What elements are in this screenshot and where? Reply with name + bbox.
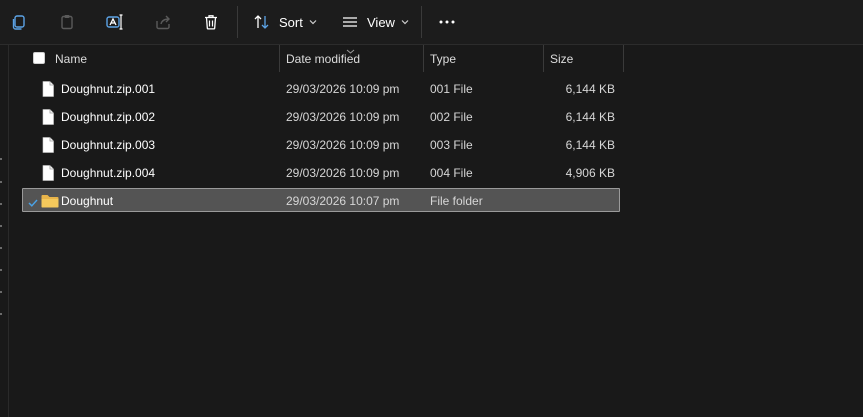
- file-type: 003 File: [430, 138, 473, 152]
- file-size: [542, 189, 615, 213]
- paste-button[interactable]: [52, 6, 82, 38]
- delete-button[interactable]: [196, 6, 226, 38]
- sort-label: Sort: [279, 14, 303, 30]
- chevron-down-icon: [401, 19, 409, 25]
- column-separator[interactable]: [623, 45, 624, 72]
- list-item[interactable]: Doughnut.zip.004 29/03/2026 10:09 pm 004…: [22, 161, 620, 185]
- folder-icon: [41, 194, 59, 211]
- select-all-checkbox[interactable]: [33, 52, 45, 64]
- file-date: 29/03/2026 10:09 pm: [286, 166, 400, 180]
- copy-button[interactable]: [4, 6, 34, 38]
- tick-mark: [0, 158, 2, 160]
- tick-mark: [0, 225, 2, 227]
- list-item[interactable]: Doughnut.zip.001 29/03/2026 10:09 pm 001…: [22, 77, 620, 101]
- more-options-button[interactable]: [432, 6, 462, 38]
- command-bar: Sort View: [0, 0, 863, 44]
- rename-icon: [105, 13, 125, 31]
- sort-descending-icon: [346, 43, 355, 57]
- view-label: View: [367, 14, 395, 30]
- column-separator[interactable]: [423, 45, 424, 72]
- file-date: 29/03/2026 10:09 pm: [286, 110, 400, 124]
- file-icon: [42, 81, 54, 100]
- tick-mark: [0, 203, 2, 205]
- paste-icon: [58, 13, 76, 31]
- copy-icon: [10, 13, 28, 31]
- column-type[interactable]: Type: [430, 45, 540, 72]
- file-icon: [42, 109, 54, 128]
- file-date: 29/03/2026 10:07 pm: [286, 194, 400, 208]
- file-type: 001 File: [430, 82, 473, 96]
- file-size: 6,144 KB: [565, 138, 615, 152]
- column-name[interactable]: Name: [55, 45, 275, 72]
- file-icon: [42, 165, 54, 184]
- file-name: Doughnut.zip.004: [61, 166, 156, 180]
- toolbar-separator: [237, 6, 238, 38]
- column-size-label: Size: [550, 51, 574, 66]
- rename-button[interactable]: [100, 6, 130, 38]
- file-icon: [42, 137, 54, 156]
- tick-mark: [0, 247, 2, 249]
- file-date: 29/03/2026 10:09 pm: [286, 82, 400, 96]
- share-button[interactable]: [148, 6, 178, 38]
- file-name: Doughnut.zip.002: [61, 110, 156, 124]
- sort-icon: [253, 13, 271, 31]
- toolbar-separator: [421, 6, 422, 38]
- file-name: Doughnut.zip.001: [61, 82, 156, 96]
- tick-mark: [0, 313, 2, 315]
- file-name: Doughnut: [61, 194, 114, 208]
- chevron-down-icon: [309, 19, 317, 25]
- file-type: File folder: [430, 194, 483, 208]
- navigation-pane-edge[interactable]: [0, 45, 9, 417]
- column-size[interactable]: Size: [550, 45, 620, 72]
- tick-mark: [0, 181, 2, 183]
- checkmark-icon[interactable]: [28, 196, 38, 210]
- column-separator[interactable]: [279, 45, 280, 72]
- more-icon: [438, 19, 456, 25]
- trash-icon: [202, 13, 220, 31]
- tick-mark: [0, 291, 2, 293]
- column-type-label: Type: [430, 51, 457, 66]
- view-button[interactable]: View: [338, 6, 412, 38]
- list-item[interactable]: Doughnut.zip.003 29/03/2026 10:09 pm 003…: [22, 133, 620, 157]
- file-size: 6,144 KB: [565, 82, 615, 96]
- file-size: 4,906 KB: [565, 166, 615, 180]
- share-icon: [154, 13, 172, 31]
- file-date: 29/03/2026 10:09 pm: [286, 138, 400, 152]
- file-type: 004 File: [430, 166, 473, 180]
- view-icon: [341, 13, 359, 31]
- list-item[interactable]: Doughnut.zip.002 29/03/2026 10:09 pm 002…: [22, 105, 620, 129]
- file-size: 6,144 KB: [565, 110, 615, 124]
- column-separator[interactable]: [543, 45, 544, 72]
- file-name: Doughnut.zip.003: [61, 138, 156, 152]
- column-header: Name Date modified Type Size: [20, 45, 624, 72]
- file-type: 002 File: [430, 110, 473, 124]
- tick-mark: [0, 269, 2, 271]
- column-name-label: Name: [55, 51, 88, 66]
- list-item-selected[interactable]: Doughnut 29/03/2026 10:07 pm File folder: [22, 188, 620, 212]
- sort-button[interactable]: Sort: [250, 6, 320, 38]
